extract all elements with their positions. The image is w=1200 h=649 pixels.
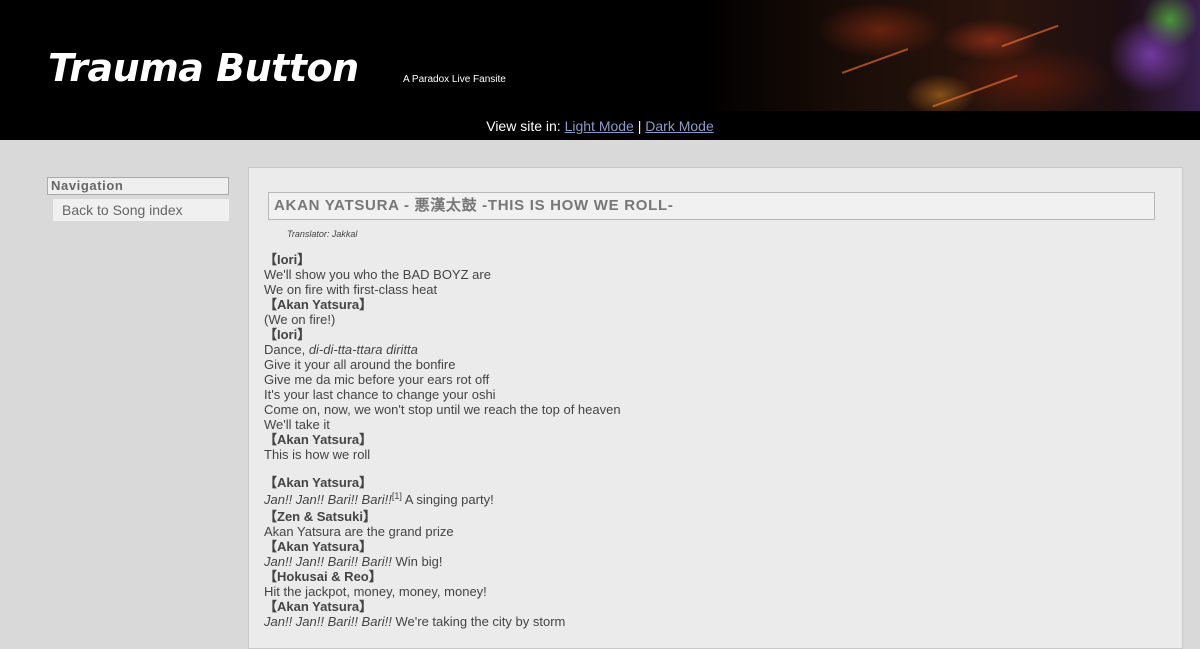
dark-mode-link[interactable]: Dark Mode [645, 118, 713, 134]
lyric-text: A singing party! [401, 492, 494, 507]
site-title[interactable]: Trauma Button [48, 46, 359, 90]
lyric-line: Come on, now, we won't stop until we rea… [264, 402, 621, 417]
site-tagline: A Paradox Live Fansite [403, 74, 506, 85]
lyric-line: Jan!! Jan!! Bari!! Bari!! We're taking t… [264, 614, 621, 629]
back-to-song-index-link[interactable]: Back to Song index [53, 199, 229, 221]
lyric-line: It's your last chance to change your osh… [264, 387, 496, 402]
lyric-italic-text: Jan!! Jan!! Bari!! Bari!! [264, 614, 392, 629]
lyrics: 【Iori】 We'll show you who the BAD BOYZ a… [264, 252, 621, 629]
lyric-italic-text: di-di-tta-ttara diritta [308, 342, 418, 357]
lyric-italic-text: Jan!! Jan!! Bari!! Bari!! [264, 554, 392, 569]
lyric-line: We'll show you who the BAD BOYZ are [264, 267, 491, 282]
speaker-label: 【Akan Yatsura】 [264, 599, 373, 614]
lyric-line: Dance, di-di-tta-ttara diritta [264, 342, 621, 357]
footnote-ref[interactable]: [1] [392, 491, 402, 501]
lyric-line: Give me da mic before your ears rot off [264, 372, 490, 387]
header-banner-image [700, 0, 1200, 111]
lyric-line: We'll take it [264, 417, 330, 432]
song-title: AKAN YATSURA - 悪漢太鼓 -THIS IS HOW WE ROLL… [268, 192, 1155, 220]
speaker-label: 【Hokusai & Reo】 [264, 569, 382, 584]
nav-heading: Navigation [47, 177, 229, 195]
lyric-line: (We on fire!) [264, 312, 336, 327]
lyric-text: Dance, [264, 342, 309, 357]
lyric-text: Win big! [391, 554, 443, 569]
lyric-line: This is how we roll [264, 447, 371, 462]
lyric-text: We're taking the city by storm [391, 614, 566, 629]
sidebar: Navigation Back to Song index [47, 177, 229, 221]
speaker-label: 【Akan Yatsura】 [264, 475, 373, 490]
lyric-italic-text: Jan!! Jan!! Bari!! Bari!! [264, 492, 392, 507]
speaker-label: 【Akan Yatsura】 [264, 297, 373, 312]
lyric-line: We on fire with first-class heat [264, 282, 438, 297]
speaker-label: 【Iori】 [264, 327, 311, 342]
view-mode-prefix: View site in: [486, 118, 565, 134]
main-content: AKAN YATSURA - 悪漢太鼓 -THIS IS HOW WE ROLL… [248, 167, 1183, 649]
view-mode-separator: | [633, 118, 646, 134]
lyric-line: Jan!! Jan!! Bari!! Bari!! Win big! [264, 554, 621, 569]
lyric-line: Give it your all around the bonfire [264, 357, 456, 372]
translator-credit: Translator: Jakkal [287, 229, 358, 239]
view-mode-bar: View site in: Light Mode | Dark Mode [0, 111, 1200, 140]
lyric-line: Jan!! Jan!! Bari!! Bari!![1] A singing p… [264, 490, 621, 509]
lyric-line: Hit the jackpot, money, money, money! [264, 584, 487, 599]
speaker-label: 【Iori】 [264, 252, 311, 267]
speaker-label: 【Zen & Satsuki】 [264, 509, 376, 524]
site-header: Trauma Button A Paradox Live Fansite [0, 0, 1200, 111]
speaker-label: 【Akan Yatsura】 [264, 539, 373, 554]
speaker-label: 【Akan Yatsura】 [264, 432, 373, 447]
lyric-line: Akan Yatsura are the grand prize [264, 524, 454, 539]
light-mode-link[interactable]: Light Mode [565, 118, 634, 134]
